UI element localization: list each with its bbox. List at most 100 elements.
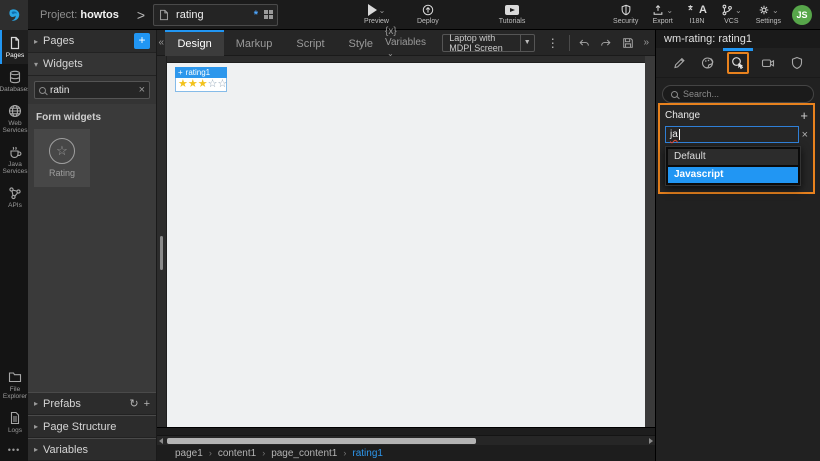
- tab-markup[interactable]: Markup: [224, 30, 285, 56]
- page-structure-accordion-header[interactable]: ▸ Page Structure: [28, 415, 156, 438]
- add-change-action-button[interactable]: +: [800, 109, 808, 122]
- rating1-selection-label[interactable]: + rating1: [175, 67, 227, 78]
- variables-accordion-header[interactable]: ▸ Variables: [28, 438, 156, 461]
- vcs-label: VCS: [724, 18, 739, 25]
- i18n-icon: A: [687, 4, 707, 16]
- ruler-handle[interactable]: [160, 236, 163, 270]
- tutorials-button[interactable]: Tutorials: [499, 4, 525, 25]
- rating1-widget[interactable]: + rating1 ★★★☆☆: [175, 67, 227, 92]
- change-event-input[interactable]: ja: [665, 126, 799, 143]
- redo-icon: [601, 39, 611, 46]
- undo-button[interactable]: [578, 37, 590, 49]
- settings-chevron-icon: ⌄: [772, 5, 779, 15]
- export-icon: ⌄: [652, 4, 673, 16]
- redo-button[interactable]: [600, 37, 612, 49]
- settings-button[interactable]: ⌄ Settings: [756, 4, 781, 26]
- rail-item-databases[interactable]: Databases: [0, 64, 31, 98]
- rating-widget-label: Rating: [48, 168, 75, 178]
- device-select[interactable]: Laptop with MDPI Screen ▼: [442, 33, 535, 53]
- rail-item-file-explorer[interactable]: File Explorer: [0, 364, 28, 405]
- collapse-left-panel-button[interactable]: «: [157, 37, 165, 48]
- tab-events[interactable]: [723, 47, 753, 78]
- preview-button[interactable]: ⌄ Preview: [364, 4, 389, 25]
- scroll-right-arrow-icon[interactable]: [649, 438, 653, 444]
- security-shield-outline-icon: [792, 56, 803, 69]
- breadcrumb-rating1[interactable]: rating1: [352, 448, 383, 459]
- properties-search-input[interactable]: [683, 89, 805, 99]
- tab-properties[interactable]: [664, 48, 694, 78]
- tab-script[interactable]: Script: [284, 30, 336, 56]
- tab-device[interactable]: [753, 48, 783, 78]
- page-selector[interactable]: rating *: [153, 3, 279, 26]
- tab-styles[interactable]: [694, 48, 724, 78]
- page-structure-accordion-label: Page Structure: [43, 420, 117, 433]
- deploy-button[interactable]: Deploy: [417, 4, 439, 25]
- rating1-stars[interactable]: ★★★☆☆: [175, 78, 227, 92]
- breadcrumb-page-content1[interactable]: page_content1: [271, 448, 337, 459]
- variables-expander-icon[interactable]: ▸: [34, 445, 38, 454]
- variables-button[interactable]: {x} Variables ⌄: [385, 26, 432, 59]
- prefabs-expander-icon[interactable]: ▸: [34, 399, 38, 408]
- preview-label: Preview: [364, 18, 389, 25]
- rail-item-pages[interactable]: Pages: [0, 30, 28, 64]
- canvas-menu-button[interactable]: ⋮: [547, 36, 559, 50]
- move-icon: +: [178, 68, 183, 77]
- variables-accordion-label: Variables: [43, 443, 89, 456]
- add-prefab-icon[interactable]: +: [144, 398, 150, 410]
- add-page-button[interactable]: +: [134, 33, 150, 49]
- rail-item-apis[interactable]: APIs: [0, 180, 28, 214]
- properties-search-icon: [671, 90, 678, 98]
- design-canvas[interactable]: + rating1 ★★★☆☆: [167, 63, 645, 427]
- scrollbar-thumb[interactable]: [167, 438, 476, 444]
- tab-design[interactable]: Design: [165, 29, 224, 56]
- breadcrumb-page1[interactable]: page1: [175, 448, 203, 459]
- widget-search-input[interactable]: [50, 84, 135, 96]
- editor-toolbar: « Design Markup Script Style {x} Variabl…: [157, 26, 655, 58]
- breadcrumb-chevron: >: [136, 6, 146, 23]
- breadcrumb-separator: ›: [343, 448, 347, 458]
- vcs-branch-icon: ⌄: [721, 4, 742, 16]
- coffee-cup-icon: [10, 146, 22, 158]
- properties-panel: wm-rating: rating1 Search... Change + ja…: [655, 30, 820, 461]
- user-avatar[interactable]: JS: [792, 4, 812, 25]
- refresh-prefabs-icon[interactable]: ↻: [129, 397, 138, 410]
- toolbar-divider: [568, 34, 570, 51]
- widgets-expander-icon[interactable]: ▾: [34, 60, 38, 69]
- pages-accordion-header[interactable]: ▸ Pages +: [28, 30, 156, 53]
- rail-item-logs[interactable]: Logs: [0, 405, 28, 439]
- rating1-label-text: rating1: [185, 68, 211, 77]
- scroll-left-arrow-icon[interactable]: [159, 438, 163, 444]
- wavemaker-logo[interactable]: [0, 0, 28, 30]
- rail-more-button[interactable]: •••: [0, 439, 28, 461]
- prefabs-accordion-header[interactable]: ▸ Prefabs ↻ +: [28, 392, 156, 415]
- breadcrumb-separator: ›: [208, 448, 212, 458]
- breadcrumb-content1[interactable]: content1: [218, 448, 256, 459]
- rating-widget-tile[interactable]: ☆ Rating: [34, 129, 90, 187]
- tab-style[interactable]: Style: [337, 30, 385, 56]
- dropdown-option-default[interactable]: Default: [668, 149, 798, 165]
- preview-chevron-icon[interactable]: ⌄: [379, 6, 386, 15]
- widgets-accordion-header[interactable]: ▾ Widgets: [28, 53, 156, 76]
- clear-search-icon[interactable]: ×: [139, 84, 145, 96]
- widget-search-box[interactable]: ×: [34, 81, 150, 99]
- left-panel: ▸ Pages + ▾ Widgets × Form widgets ☆ Rat…: [28, 30, 157, 461]
- vcs-button[interactable]: ⌄ VCS: [721, 4, 742, 25]
- properties-search-box[interactable]: [662, 85, 814, 103]
- i18n-label: I18N: [689, 18, 705, 25]
- rail-item-web-services[interactable]: Web Services: [0, 98, 28, 139]
- clear-change-input-icon[interactable]: ×: [802, 129, 808, 141]
- tab-security[interactable]: [782, 48, 812, 78]
- style-palette-icon: [702, 56, 714, 69]
- pages-grid-icon[interactable]: [264, 10, 274, 19]
- save-button[interactable]: [622, 37, 634, 49]
- page-name: rating: [176, 8, 204, 21]
- security-button[interactable]: Security: [613, 4, 638, 25]
- rail-item-java-services[interactable]: Java Services: [0, 139, 28, 180]
- dropdown-option-javascript[interactable]: Javascript: [668, 167, 798, 183]
- pages-expander-icon[interactable]: ▸: [34, 37, 38, 46]
- i18n-button[interactable]: A I18N: [687, 4, 707, 25]
- expand-panel-button[interactable]: »: [643, 37, 649, 48]
- export-button[interactable]: ⌄ Export: [652, 4, 673, 25]
- page-structure-expander-icon[interactable]: ▸: [34, 422, 38, 431]
- horizontal-scrollbar[interactable]: [157, 435, 655, 445]
